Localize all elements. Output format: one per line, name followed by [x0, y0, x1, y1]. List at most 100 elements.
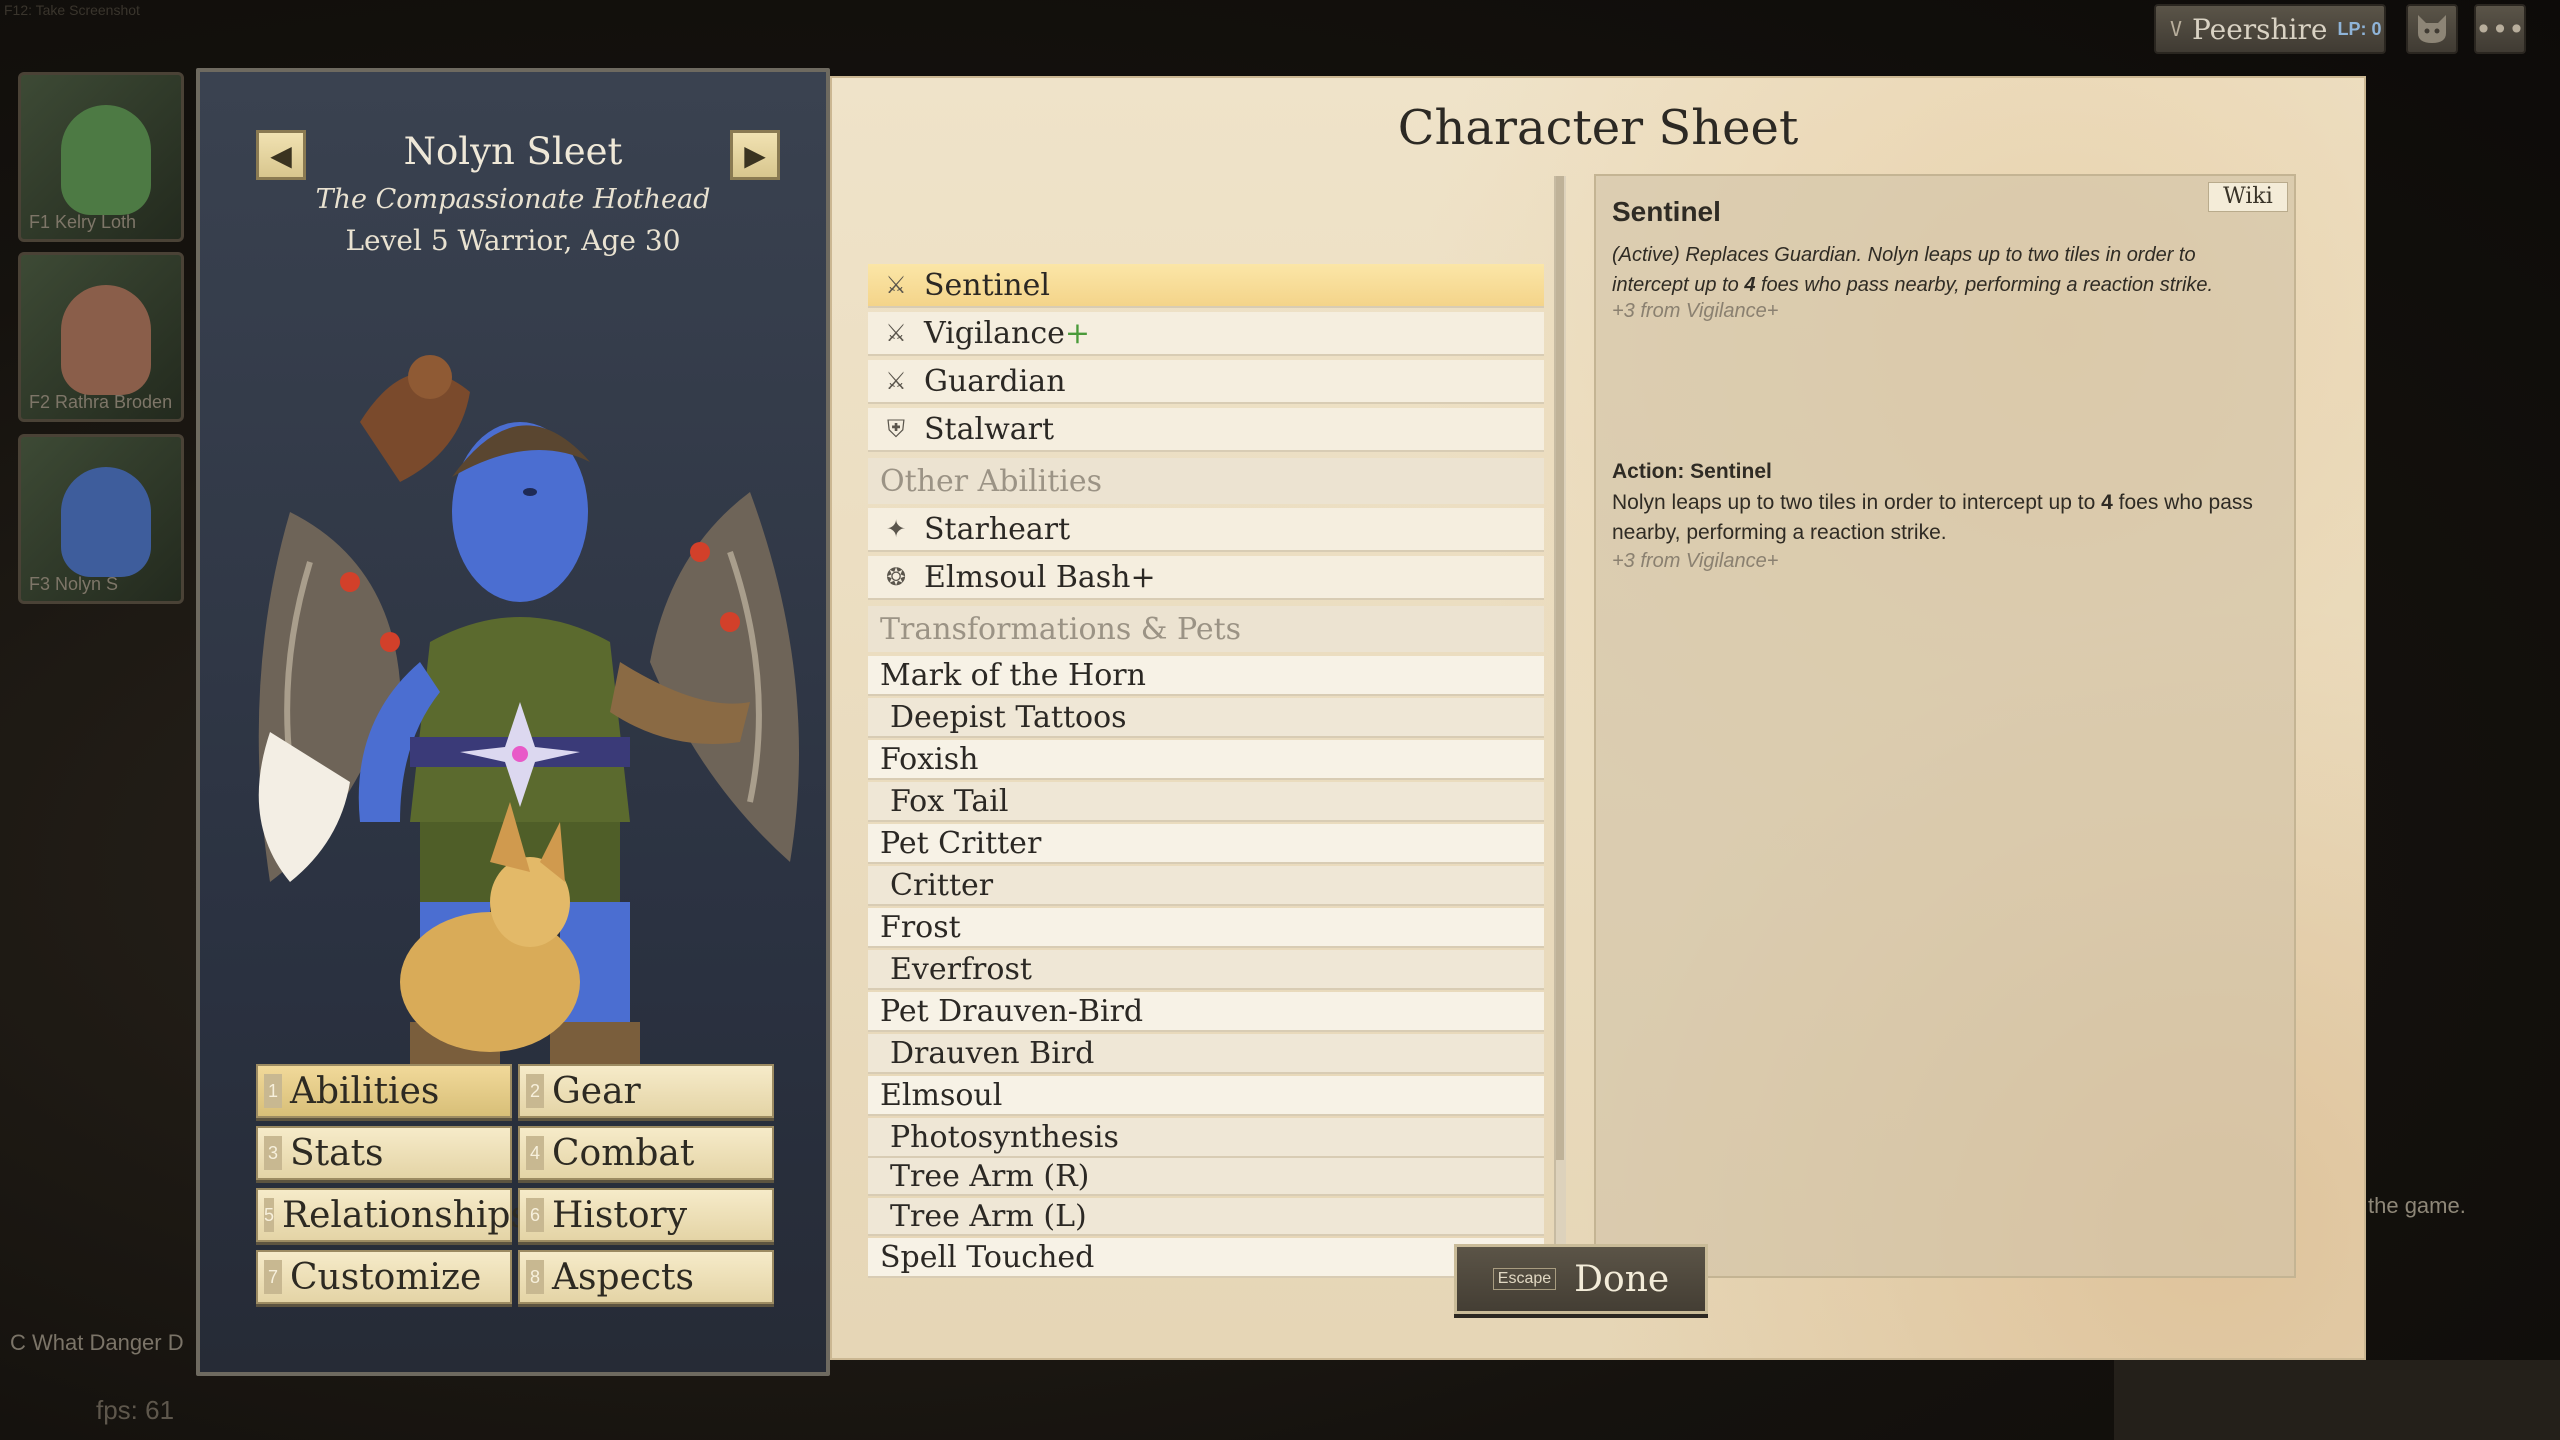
ability-label: Elmsoul Bash+: [924, 559, 1156, 595]
more-dots-icon: •••: [2475, 12, 2525, 46]
star-sparkle-icon: ✦: [885, 515, 907, 543]
ability-row-sentinel[interactable]: ⚔ Sentinel: [868, 264, 1544, 308]
party-member-card[interactable]: F3 Nolyn S: [18, 434, 184, 604]
transformation-sub-row[interactable]: Deepist Tattoos: [868, 698, 1544, 738]
character-portrait: [258, 355, 799, 1082]
detail-action-title: Action: Sentinel: [1612, 460, 1772, 483]
tab-label: Gear: [552, 1070, 641, 1112]
character-sheet: Character Sheet ⚔ Sentinel ⚔ Vigilance + …: [830, 76, 2366, 1360]
transformation-row[interactable]: Frost: [868, 908, 1544, 948]
list-scroll-thumb[interactable]: [1556, 176, 1564, 1160]
tab-label: Abilities: [290, 1070, 440, 1112]
section-other-abilities: Other Abilities: [868, 458, 1544, 504]
transformation-sub-row[interactable]: Critter: [868, 866, 1544, 906]
tab-label: Customize: [290, 1256, 482, 1298]
escape-hotkey: Escape: [1492, 1268, 1557, 1290]
tab-abilities[interactable]: 1 Abilities: [256, 1064, 512, 1118]
side-note-text: the game.: [2368, 1193, 2466, 1218]
ability-row-vigilance[interactable]: ⚔ Vigilance +: [868, 312, 1544, 356]
party-member-card[interactable]: F1 Kelry Loth: [18, 72, 184, 242]
lp-counter: LP: 0: [2337, 18, 2382, 39]
party-portrait: [61, 467, 151, 577]
transformation-sub-row[interactable]: Photosynthesis: [868, 1118, 1544, 1158]
transformation-sub-row[interactable]: Everfrost: [868, 950, 1544, 990]
hotkey-badge: 7: [264, 1260, 282, 1294]
transformation-sub-row[interactable]: Fox Tail: [868, 782, 1544, 822]
done-label: Done: [1574, 1258, 1670, 1300]
more-menu-button[interactable]: •••: [2474, 4, 2526, 54]
detail-ability-name: Sentinel: [1612, 196, 1721, 227]
tab-label: Stats: [290, 1132, 384, 1174]
sword-eye-icon: ⚔: [885, 367, 907, 395]
hotkey-badge: 5: [264, 1198, 275, 1232]
ability-list: ⚔ Sentinel ⚔ Vigilance + ⚔ Guardian ⛨ Sta…: [868, 176, 1544, 1278]
ability-label: Stalwart: [924, 411, 1055, 447]
hud-strip: [2114, 1360, 2560, 1440]
detail-bonus-source: +3 from Vigilance+: [1612, 300, 1779, 322]
character-panel: ◀ ▶ Nolyn Sleet The Compassionate Hothea…: [196, 68, 830, 1376]
upgrade-plus: +: [1064, 315, 1091, 351]
detail-bonus-source: +3 from Vigilance+: [1612, 550, 1779, 572]
cat-face-icon[interactable]: [2406, 4, 2458, 54]
ability-row-guardian[interactable]: ⚔ Guardian: [868, 360, 1544, 404]
quest-hint: C What Danger D: [10, 1330, 184, 1355]
transformation-row[interactable]: Mark of the Horn: [868, 656, 1544, 696]
hotkey-badge: 4: [526, 1136, 544, 1170]
hotkey-badge: 1: [264, 1074, 282, 1108]
transformation-row[interactable]: Pet Critter: [868, 824, 1544, 864]
tab-label: Aspects: [552, 1256, 694, 1298]
transformation-row[interactable]: Foxish: [868, 740, 1544, 780]
hotkey-badge: 6: [526, 1198, 544, 1232]
transformation-row[interactable]: Spell Touched: [868, 1238, 1544, 1278]
ability-row-elmsoul-bash[interactable]: ❂ Elmsoul Bash+: [868, 556, 1544, 600]
tab-label: Relationships: [282, 1194, 529, 1236]
transformation-sub-row[interactable]: Tree Arm (L): [868, 1198, 1544, 1236]
screenshot-hint: F12: Take Screenshot: [4, 2, 140, 18]
ability-label: Guardian: [924, 363, 1066, 399]
tab-stats[interactable]: 3 Stats: [256, 1126, 512, 1180]
detail-description: (Active) Replaces Guardian. Nolyn leaps …: [1612, 244, 2214, 296]
section-transformations: Transformations & Pets: [868, 606, 1544, 652]
character-title: The Compassionate Hothead: [315, 184, 711, 215]
sheet-title: Character Sheet: [1397, 100, 1799, 156]
ability-label: Starheart: [924, 511, 1071, 547]
wiki-button[interactable]: Wiki: [2208, 182, 2288, 212]
party-member-card[interactable]: F2 Rathra Broden: [18, 252, 184, 422]
character-name: Nolyn Sleet: [403, 130, 623, 173]
transformation-row[interactable]: Pet Drauven-Bird: [868, 992, 1544, 1032]
shield-icon: ⛨: [887, 415, 905, 443]
party-member-label: F2 Rathra Broden: [29, 392, 173, 412]
tab-label: Combat: [552, 1132, 695, 1174]
party-member-label: F3 Nolyn S: [29, 574, 119, 594]
ability-label: Sentinel: [924, 267, 1050, 303]
character-level: Level 5 Warrior, Age 30: [345, 224, 681, 257]
ability-detail-panel: Wiki Sentinel (Active) Replaces Guardian…: [1594, 174, 2296, 1278]
detail-action-description: Nolyn leaps up to two tiles in order to …: [1612, 491, 2253, 544]
town-name: Peershire: [2192, 12, 2328, 46]
hotkey-badge: 2: [526, 1074, 544, 1108]
transformation-sub-row[interactable]: Tree Arm (R): [868, 1158, 1544, 1196]
ability-label: Vigilance: [924, 315, 1065, 351]
town-button[interactable]: V Peershire LP: 0: [2154, 4, 2386, 54]
done-button[interactable]: Escape Done: [1454, 1244, 1708, 1314]
hotkey-badge: 8: [526, 1260, 544, 1294]
tab-label: History: [552, 1194, 688, 1236]
tab-relationships[interactable]: 5 Relationships: [256, 1188, 529, 1242]
transformation-row[interactable]: Elmsoul: [868, 1076, 1544, 1116]
party-member-label: F1 Kelry Loth: [29, 212, 137, 232]
sword-eye-icon: ⚔: [885, 271, 907, 299]
ability-row-starheart[interactable]: ✦ Starheart: [868, 508, 1544, 552]
tab-customize[interactable]: 7 Customize: [256, 1250, 512, 1304]
ability-row-stalwart[interactable]: ⛨ Stalwart: [868, 408, 1544, 452]
transformation-sub-row[interactable]: Drauven Bird: [868, 1034, 1544, 1074]
hotkey-badge: 3: [264, 1136, 282, 1170]
fps-counter: fps: 61: [96, 1395, 175, 1425]
town-hotkey: V: [2170, 17, 2183, 41]
tab-combat[interactable]: 4 Combat: [518, 1126, 774, 1180]
sword-star-icon: ⚔: [885, 319, 907, 347]
tab-history[interactable]: 6 History: [518, 1188, 774, 1242]
tab-aspects[interactable]: 8 Aspects: [518, 1250, 774, 1304]
tab-gear[interactable]: 2 Gear: [518, 1064, 774, 1118]
party-portrait: [61, 105, 151, 215]
party-portrait: [61, 285, 151, 395]
